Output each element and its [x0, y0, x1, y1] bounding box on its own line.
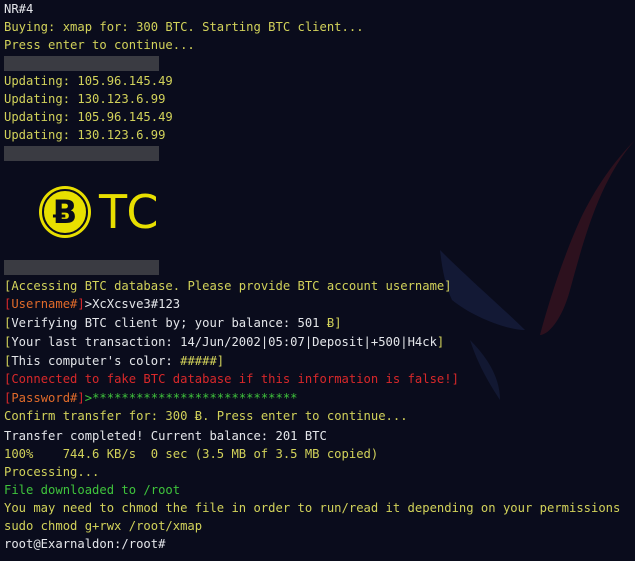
username-value: >XcXcsve3#123 [84, 297, 181, 311]
bracket-close: ] [216, 354, 225, 368]
terminal-line-downloaded: File downloaded to /root [4, 483, 181, 497]
terminal-line-processing: Processing... [4, 465, 100, 479]
terminal-line-computer-color: [This computer's color: #####] [4, 352, 224, 370]
bracket-close: ] [334, 316, 342, 330]
terminal-window[interactable]: NR#4 Buying: xmap for: 300 BTC. Starting… [0, 0, 635, 561]
warning-text: Connected to fake BTC database if this i… [11, 372, 452, 386]
separator-bar [4, 146, 159, 161]
terminal-line-transfer-completed: Transfer completed! Current balance: 201… [4, 429, 327, 443]
terminal-line-press-enter: Press enter to continue... [4, 38, 195, 52]
bracket-close: ] [436, 335, 445, 349]
terminal-line-update-4: Updating: 130.123.6.99 [4, 128, 166, 142]
password-value: >**************************** [84, 391, 298, 405]
btc-logo-text: TC [99, 185, 161, 239]
bracket-close: ] [451, 372, 459, 386]
terminal-line-chmod-note: You may need to chmod the file in order … [4, 501, 621, 515]
terminal-line-verifying: [Verifying BTC client by; your balance: … [4, 314, 342, 332]
terminal-prompt[interactable]: root@Exarnaldon:/root# [4, 535, 165, 553]
terminal-line-chmod-command: sudo chmod g+rwx /root/xmap [4, 519, 203, 533]
bracket-close: ] [77, 297, 85, 311]
terminal-line-hostname: NR#4 [4, 2, 34, 16]
bracket-close: ] [77, 391, 85, 405]
confirm-text-b: . Press enter to continue... [202, 409, 408, 423]
bitcoin-coin-icon: Ƀ [39, 186, 91, 238]
last-transaction-text: Your last transaction: 14/Jun/2002|05:07… [11, 335, 437, 349]
confirm-text-a: Confirm transfer for: 300 [4, 409, 195, 423]
terminal-line-buying: Buying: xmap for: 300 BTC. Starting BTC … [4, 20, 364, 34]
terminal-line-progress: 100% 744.6 KB/s 0 sec (3.5 MB of 3.5 MB … [4, 447, 379, 461]
terminal-line-password: [Password#]>**************************** [4, 389, 298, 407]
username-label: Username# [11, 297, 78, 311]
terminal-line-update-3: Updating: 105.96.145.49 [4, 110, 173, 124]
terminal-line-update-1: Updating: 105.96.145.49 [4, 74, 173, 88]
terminal-line-accessing: [Accessing BTC database. Please provide … [4, 277, 452, 295]
terminal-line-update-2: Updating: 130.123.6.99 [4, 92, 166, 106]
terminal-line-warning: [Connected to fake BTC database if this … [4, 370, 459, 388]
verifying-text: Verifying BTC client by; your balance: 5… [11, 316, 327, 330]
btc-logo: Ƀ TC [36, 182, 166, 242]
separator-bar [4, 260, 159, 275]
password-label: Password# [11, 391, 78, 405]
terminal-line-username: [Username#]>XcXcsve3#123 [4, 295, 180, 313]
color-text: This computer's color: [11, 354, 181, 368]
bracket-close: ] [444, 279, 452, 293]
separator-bar [4, 56, 159, 71]
terminal-line-last-transaction: [Your last transaction: 14/Jun/2002|05:0… [4, 333, 444, 351]
color-value: ##### [180, 354, 217, 368]
coin-symbol: Ƀ [53, 193, 77, 231]
accessing-text: Accessing BTC database. Please provide B… [11, 279, 445, 293]
terminal-line-confirm-transfer: Confirm transfer for: 300 Ƀ. Press enter… [4, 407, 408, 425]
